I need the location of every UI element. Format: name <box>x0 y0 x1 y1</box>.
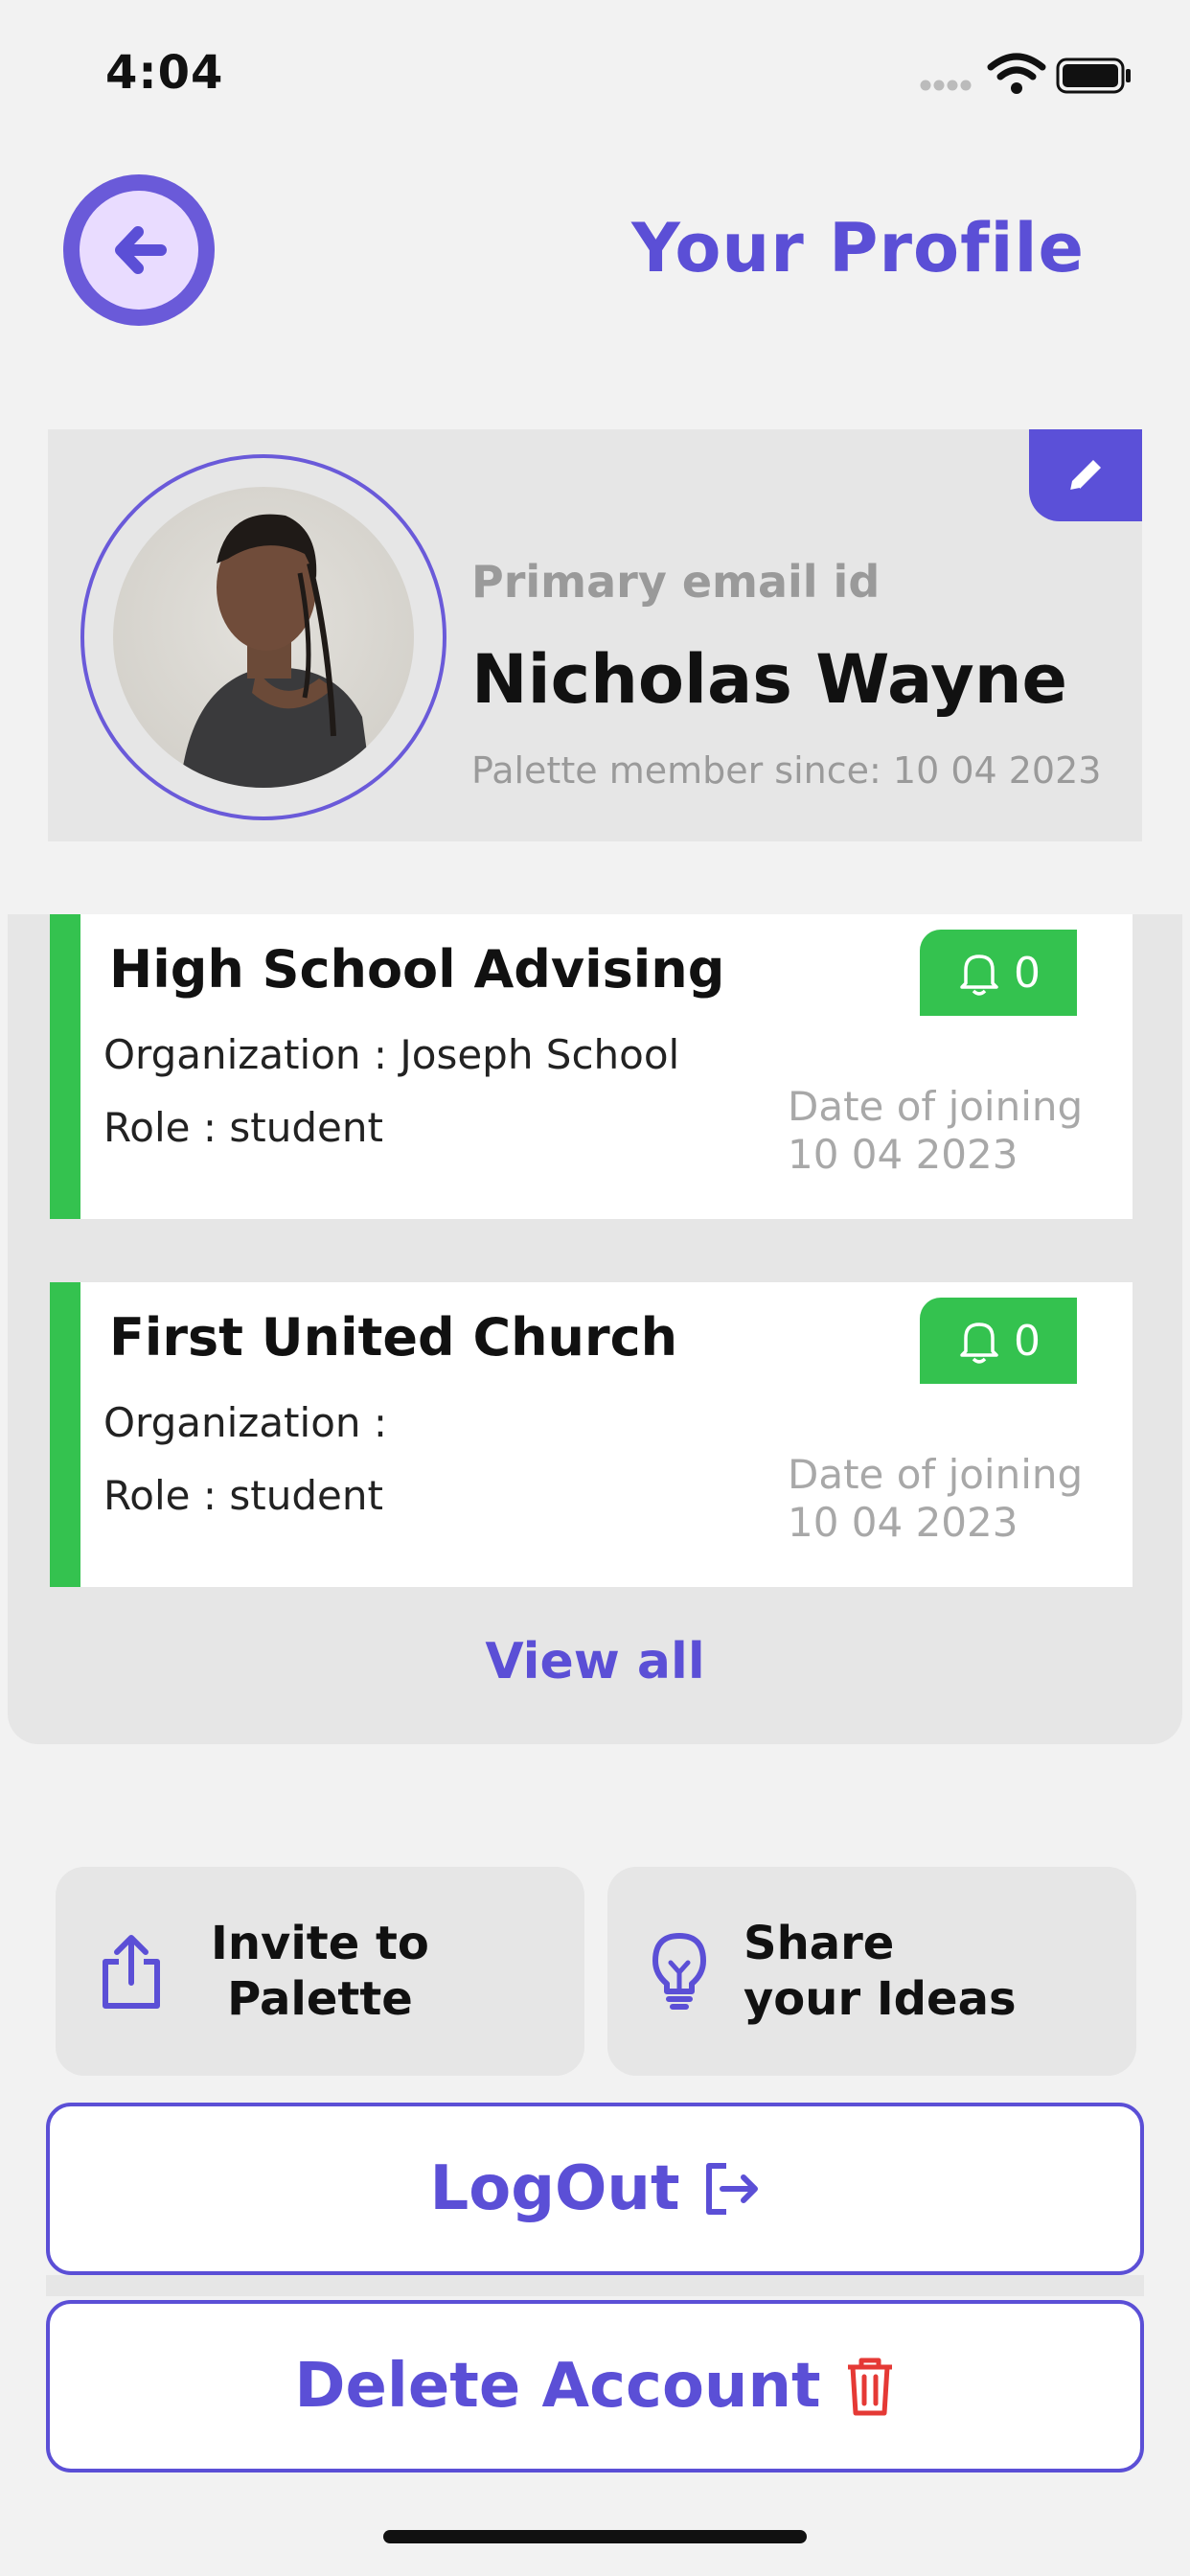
invite-line-2: Palette <box>227 1972 413 2026</box>
back-button[interactable] <box>63 174 215 326</box>
battery-icon <box>1056 58 1131 94</box>
join-date-block: Date of joining 10 04 2023 <box>788 1083 1083 1179</box>
wifi-icon <box>987 53 1046 94</box>
organization-text: Organization : <box>103 1399 388 1446</box>
share-ideas-button[interactable]: Share your Ideas <box>607 1867 1136 2076</box>
invite-label: Invite to Palette <box>211 1916 429 2027</box>
group-accent-stripe <box>50 914 80 1219</box>
join-date-value: 10 04 2023 <box>788 1499 1018 1546</box>
bell-icon <box>960 954 998 996</box>
avatar[interactable] <box>113 487 414 788</box>
notification-count: 0 <box>1014 1316 1041 1366</box>
join-date-value: 10 04 2023 <box>788 1131 1018 1178</box>
arrow-left-icon <box>115 226 167 274</box>
notification-badge[interactable]: 0 <box>920 1298 1077 1384</box>
profile-card: Primary email id Nicholas Wayne Palette … <box>48 429 1142 841</box>
group-accent-stripe <box>50 1282 80 1587</box>
logout-label: LogOut <box>429 2153 680 2224</box>
invite-to-palette-button[interactable]: Invite to Palette <box>56 1867 584 2076</box>
cellular-signal-icon <box>920 80 972 91</box>
trash-icon <box>847 2358 892 2416</box>
join-date-label: Date of joining <box>788 1083 1084 1130</box>
logout-button[interactable]: LogOut <box>46 2103 1144 2275</box>
user-name: Nicholas Wayne <box>471 640 1068 719</box>
role-text: Role : student <box>103 1472 383 1519</box>
bell-icon <box>960 1322 998 1364</box>
edit-profile-button[interactable] <box>1029 429 1142 521</box>
avatar-ring <box>80 454 446 820</box>
logout-icon <box>705 2163 758 2215</box>
ideas-line-2: your Ideas <box>744 1972 1017 2026</box>
member-since-text: Palette member since: 10 04 2023 <box>471 749 1102 792</box>
role-text: Role : student <box>103 1104 383 1151</box>
pencil-icon <box>1069 460 1101 492</box>
share-icon <box>103 1935 160 2009</box>
divider <box>46 2275 1144 2296</box>
notification-count: 0 <box>1014 948 1041 998</box>
lightbulb-icon <box>652 1933 706 2010</box>
page-title: Your Profile <box>631 209 1085 288</box>
join-date-block: Date of joining 10 04 2023 <box>788 1451 1083 1547</box>
email-label: Primary email id <box>471 556 881 608</box>
join-date-label: Date of joining <box>788 1451 1084 1498</box>
group-card[interactable]: High School Advising 0 Organization : Jo… <box>50 914 1133 1219</box>
view-all-link[interactable]: View all <box>0 1633 1190 1690</box>
ideas-line-1: Share <box>744 1917 895 1970</box>
invite-line-1: Invite to <box>211 1917 429 1970</box>
delete-account-button[interactable]: Delete Account <box>46 2300 1144 2472</box>
status-time: 4:04 <box>105 46 224 100</box>
group-title: High School Advising <box>109 939 725 1000</box>
group-title: First United Church <box>109 1307 678 1368</box>
delete-account-label: Delete Account <box>294 2351 821 2422</box>
group-card[interactable]: First United Church 0 Organization : Rol… <box>50 1282 1133 1587</box>
avatar-photo <box>180 514 372 788</box>
notification-badge[interactable]: 0 <box>920 930 1077 1016</box>
share-ideas-label: Share your Ideas <box>744 1916 1017 2027</box>
organization-text: Organization : Joseph School <box>103 1031 680 1078</box>
home-indicator <box>383 2530 807 2543</box>
